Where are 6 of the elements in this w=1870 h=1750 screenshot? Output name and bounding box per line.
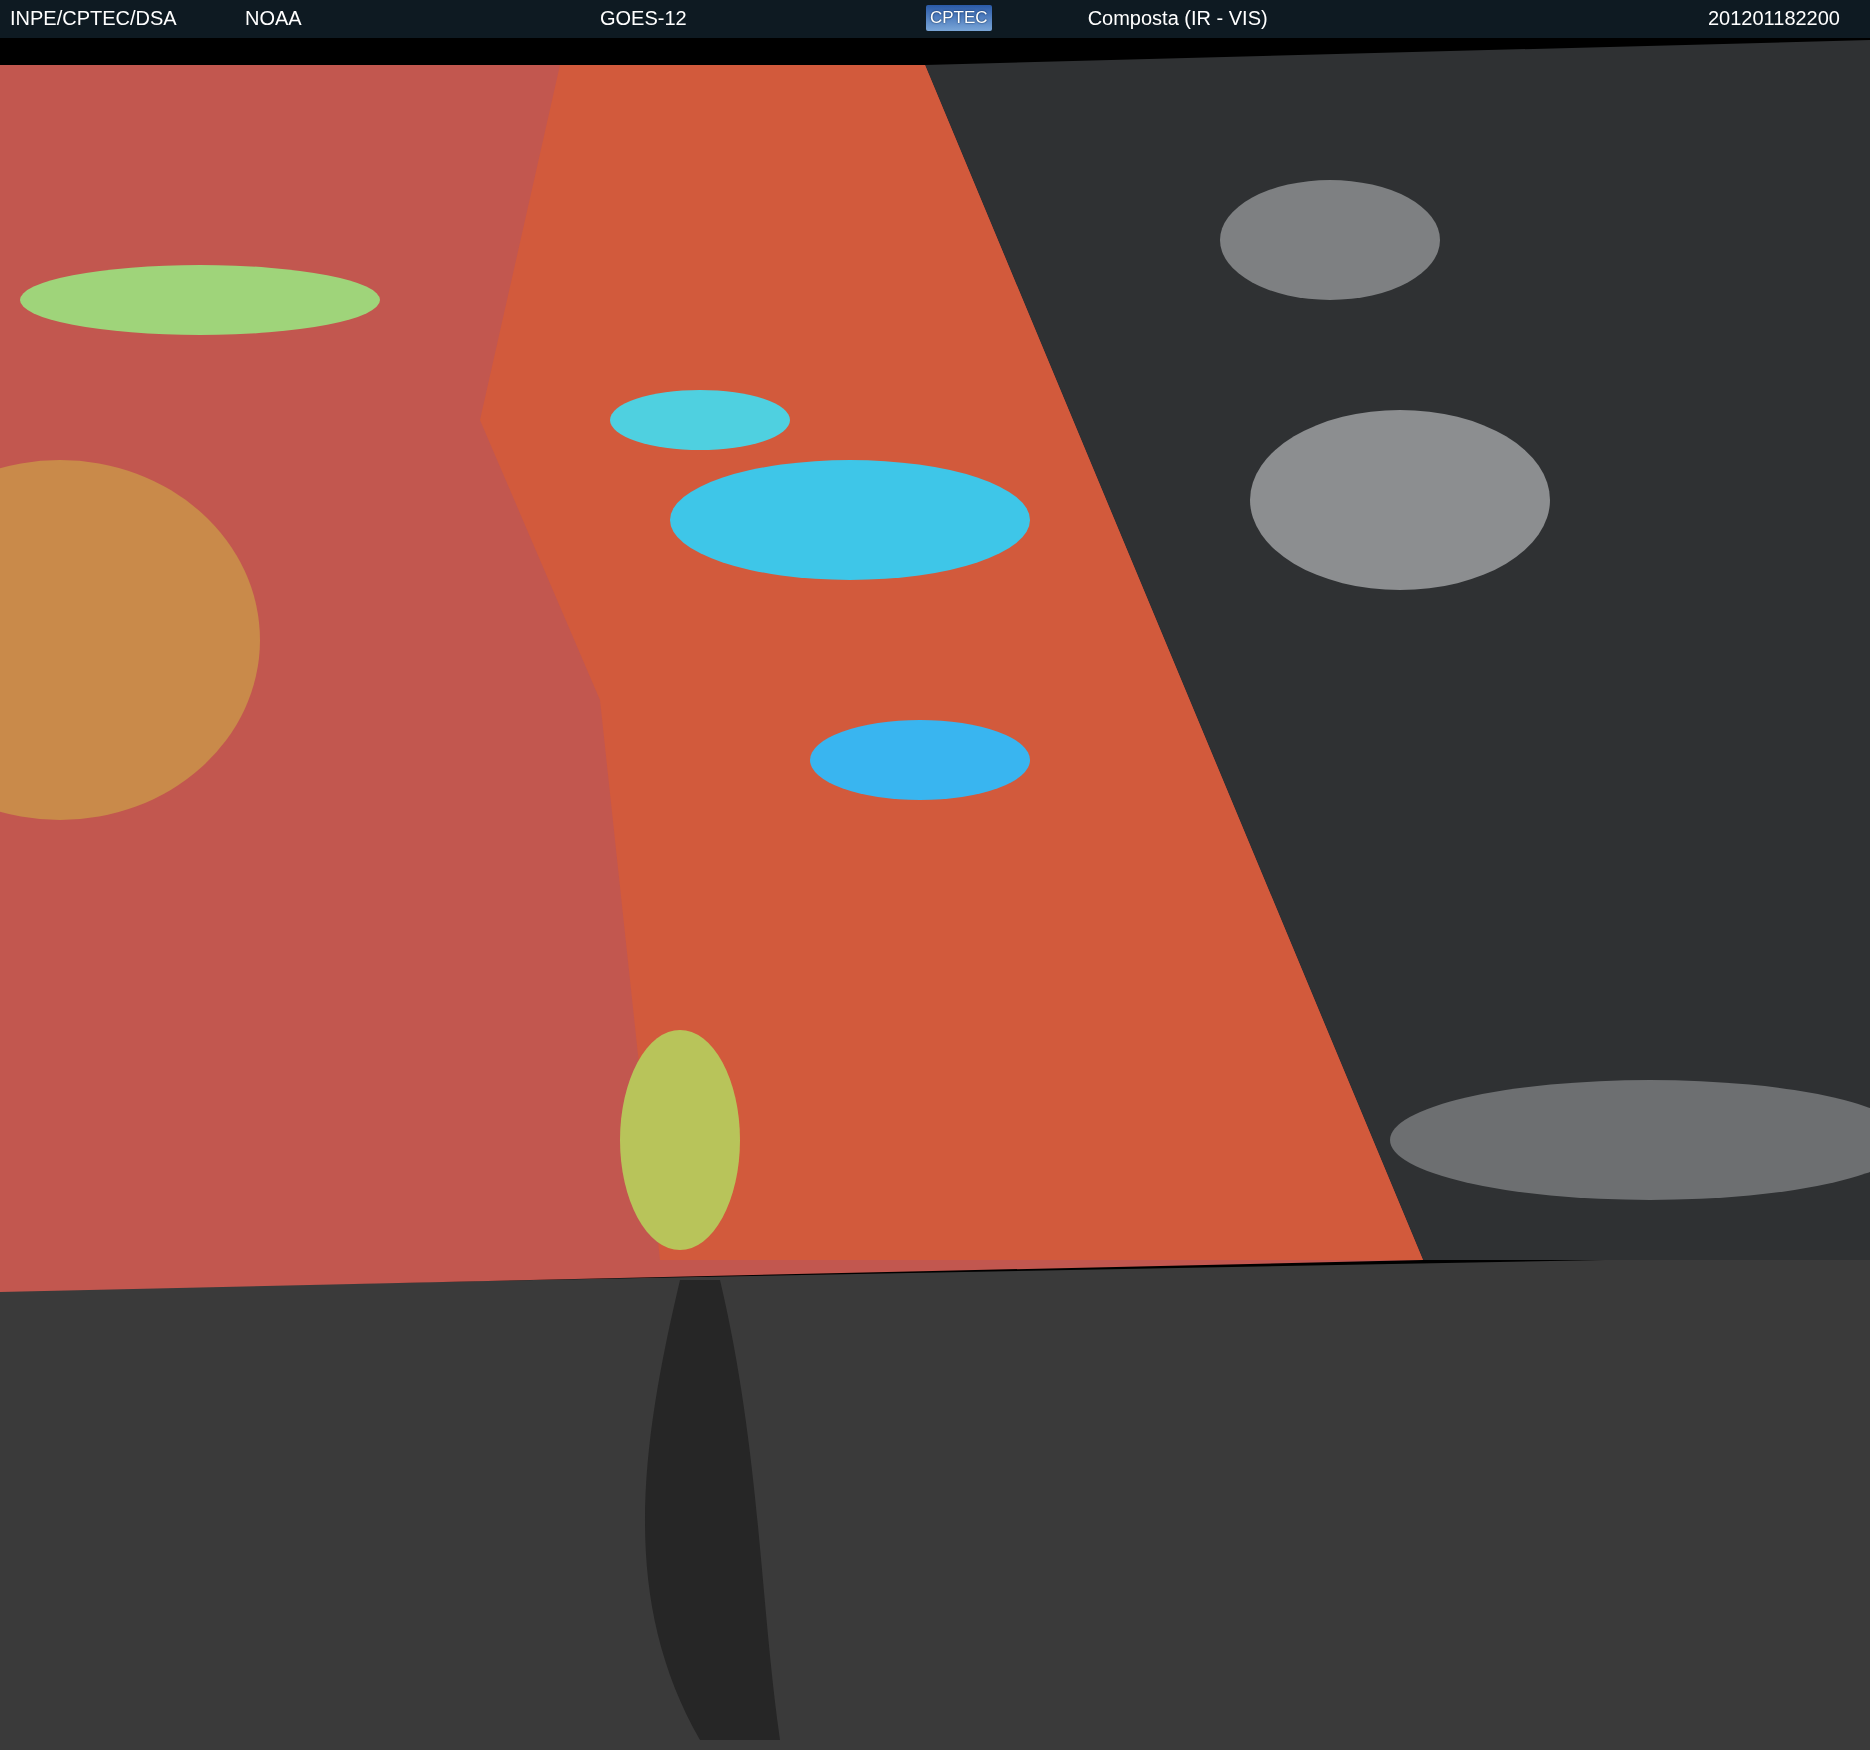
source-label: INPE/CPTEC/DSA xyxy=(10,6,178,30)
agency-label: NOAA xyxy=(245,6,303,30)
satellite-label: GOES-12 xyxy=(600,6,688,30)
product-label: Composta (IR - VIS) xyxy=(1087,6,1268,30)
timestamp-label: 201201182200 xyxy=(1708,6,1840,30)
logo: CPTEC xyxy=(926,5,992,31)
